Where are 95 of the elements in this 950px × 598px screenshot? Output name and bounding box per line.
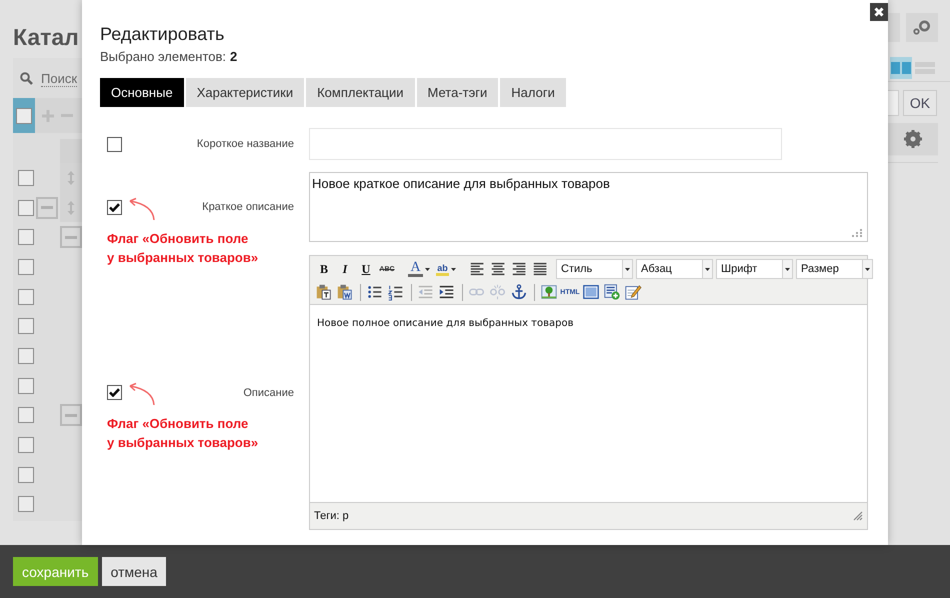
settings-button[interactable] (888, 123, 938, 156)
image-icon (540, 283, 558, 301)
bullet-list-icon (366, 283, 384, 301)
checkbox[interactable] (18, 407, 34, 424)
format-dropdown[interactable]: Шрифт (716, 259, 793, 279)
search-link[interactable]: Поиск (41, 70, 78, 86)
minus-icon (65, 236, 77, 239)
bold-button[interactable]: B (314, 259, 334, 279)
checkbox[interactable] (18, 200, 34, 216)
caret-icon (424, 268, 430, 270)
ok-button[interactable]: OK (903, 90, 937, 116)
outdent-icon (417, 283, 435, 301)
anchor-button[interactable] (509, 282, 529, 302)
format-dropdown[interactable]: Размер (796, 259, 873, 279)
text-area-value: Новое краткое описание для выбранных товаров (312, 176, 610, 191)
editor-content[interactable]: Новое полное описание для выбранных товаров (310, 305, 867, 503)
caret-icon (625, 268, 630, 270)
checkbox[interactable] (18, 466, 34, 483)
italic-button[interactable]: I (335, 259, 355, 279)
field-label: Краткое описание (201, 201, 295, 213)
format-dropdown[interactable]: Абзац (636, 259, 713, 279)
checkbox[interactable] (16, 108, 32, 124)
checkbox[interactable] (18, 258, 34, 275)
annotation-text: Флаг «Обновить поле у выбранных товаров» (107, 415, 260, 452)
minus-icon (41, 206, 53, 210)
resize-grip-icon (853, 511, 863, 521)
settings-button[interactable] (906, 13, 938, 42)
indent-icon (438, 283, 456, 301)
checkbox[interactable] (18, 229, 34, 246)
block-icon (582, 283, 600, 301)
underline-button[interactable]: U (356, 259, 376, 279)
sort-arrows-icon (67, 170, 75, 186)
tab[interactable]: Основные (100, 78, 184, 107)
edit-icon (624, 283, 642, 301)
check-icon (109, 388, 120, 397)
paste-word-icon (336, 283, 354, 301)
minus-icon (65, 414, 77, 417)
insert-image-icon (603, 283, 621, 301)
selection-count: 2 (230, 49, 238, 65)
text-color-button[interactable]: A (406, 259, 432, 279)
checkbox[interactable] (18, 170, 34, 186)
paste-text-icon (315, 283, 333, 301)
caret-icon (450, 268, 456, 270)
collapse-button[interactable] (36, 196, 58, 219)
page-title: Катал (12, 23, 80, 52)
dialog-title: Редактировать (100, 23, 226, 45)
unlink-icon (489, 283, 507, 301)
checkbox[interactable] (18, 496, 34, 512)
checkbox[interactable] (18, 437, 34, 454)
plus-icon (42, 110, 54, 122)
search-field[interactable] (888, 90, 899, 116)
text-area[interactable]: Новое краткое описание для выбранных товаров (309, 172, 868, 242)
insert-image-button[interactable] (602, 282, 622, 302)
close-button[interactable] (870, 3, 888, 21)
selection-label: Выбрано элементов: (100, 49, 226, 65)
checkbox[interactable] (18, 318, 34, 334)
resize-grip-icon (852, 229, 863, 238)
cancel-button[interactable]: отмена (102, 557, 166, 586)
tab[interactable]: Налоги (500, 78, 566, 107)
tab[interactable]: Мета-тэги (416, 78, 498, 107)
tab[interactable]: Комплектации (306, 78, 415, 107)
check-icon (109, 202, 120, 212)
caret-icon (865, 268, 870, 270)
text-field[interactable] (309, 128, 782, 160)
sort-arrows-icon (67, 200, 75, 216)
settings-icon (904, 130, 922, 148)
view-toggle[interactable] (890, 57, 912, 79)
edit-button[interactable] (623, 282, 643, 302)
format-dropdown[interactable]: Стиль (556, 259, 633, 279)
paste-text-button[interactable] (314, 282, 334, 302)
paste-word-button[interactable] (335, 282, 355, 302)
checkbox[interactable] (107, 385, 122, 400)
grid-view-icon (891, 62, 911, 74)
checkbox[interactable] (107, 200, 122, 214)
gears-icon (913, 20, 931, 35)
annotation-text: Флаг «Обновить поле у выбранных товаров» (107, 230, 260, 266)
anchor-icon (510, 283, 528, 301)
checkbox[interactable] (107, 136, 122, 152)
close-icon (874, 7, 884, 17)
caret-icon (785, 268, 790, 270)
tab[interactable]: Характеристики (186, 78, 304, 107)
block-button[interactable] (581, 282, 601, 302)
checkbox[interactable] (18, 288, 34, 305)
checkbox[interactable] (18, 348, 34, 364)
checkbox[interactable] (18, 378, 34, 394)
highlight-button[interactable]: ab (433, 259, 459, 279)
status-text: Теги: p (314, 510, 349, 522)
caret-icon (705, 268, 710, 270)
field-label: Описание (242, 386, 295, 398)
field-label: Короткое название (196, 138, 295, 150)
numbered-list-icon (387, 283, 405, 301)
sort-handle[interactable] (60, 192, 82, 222)
collapse-button[interactable] (60, 404, 82, 426)
collapse-button[interactable] (60, 226, 82, 248)
search-icon (20, 72, 33, 85)
